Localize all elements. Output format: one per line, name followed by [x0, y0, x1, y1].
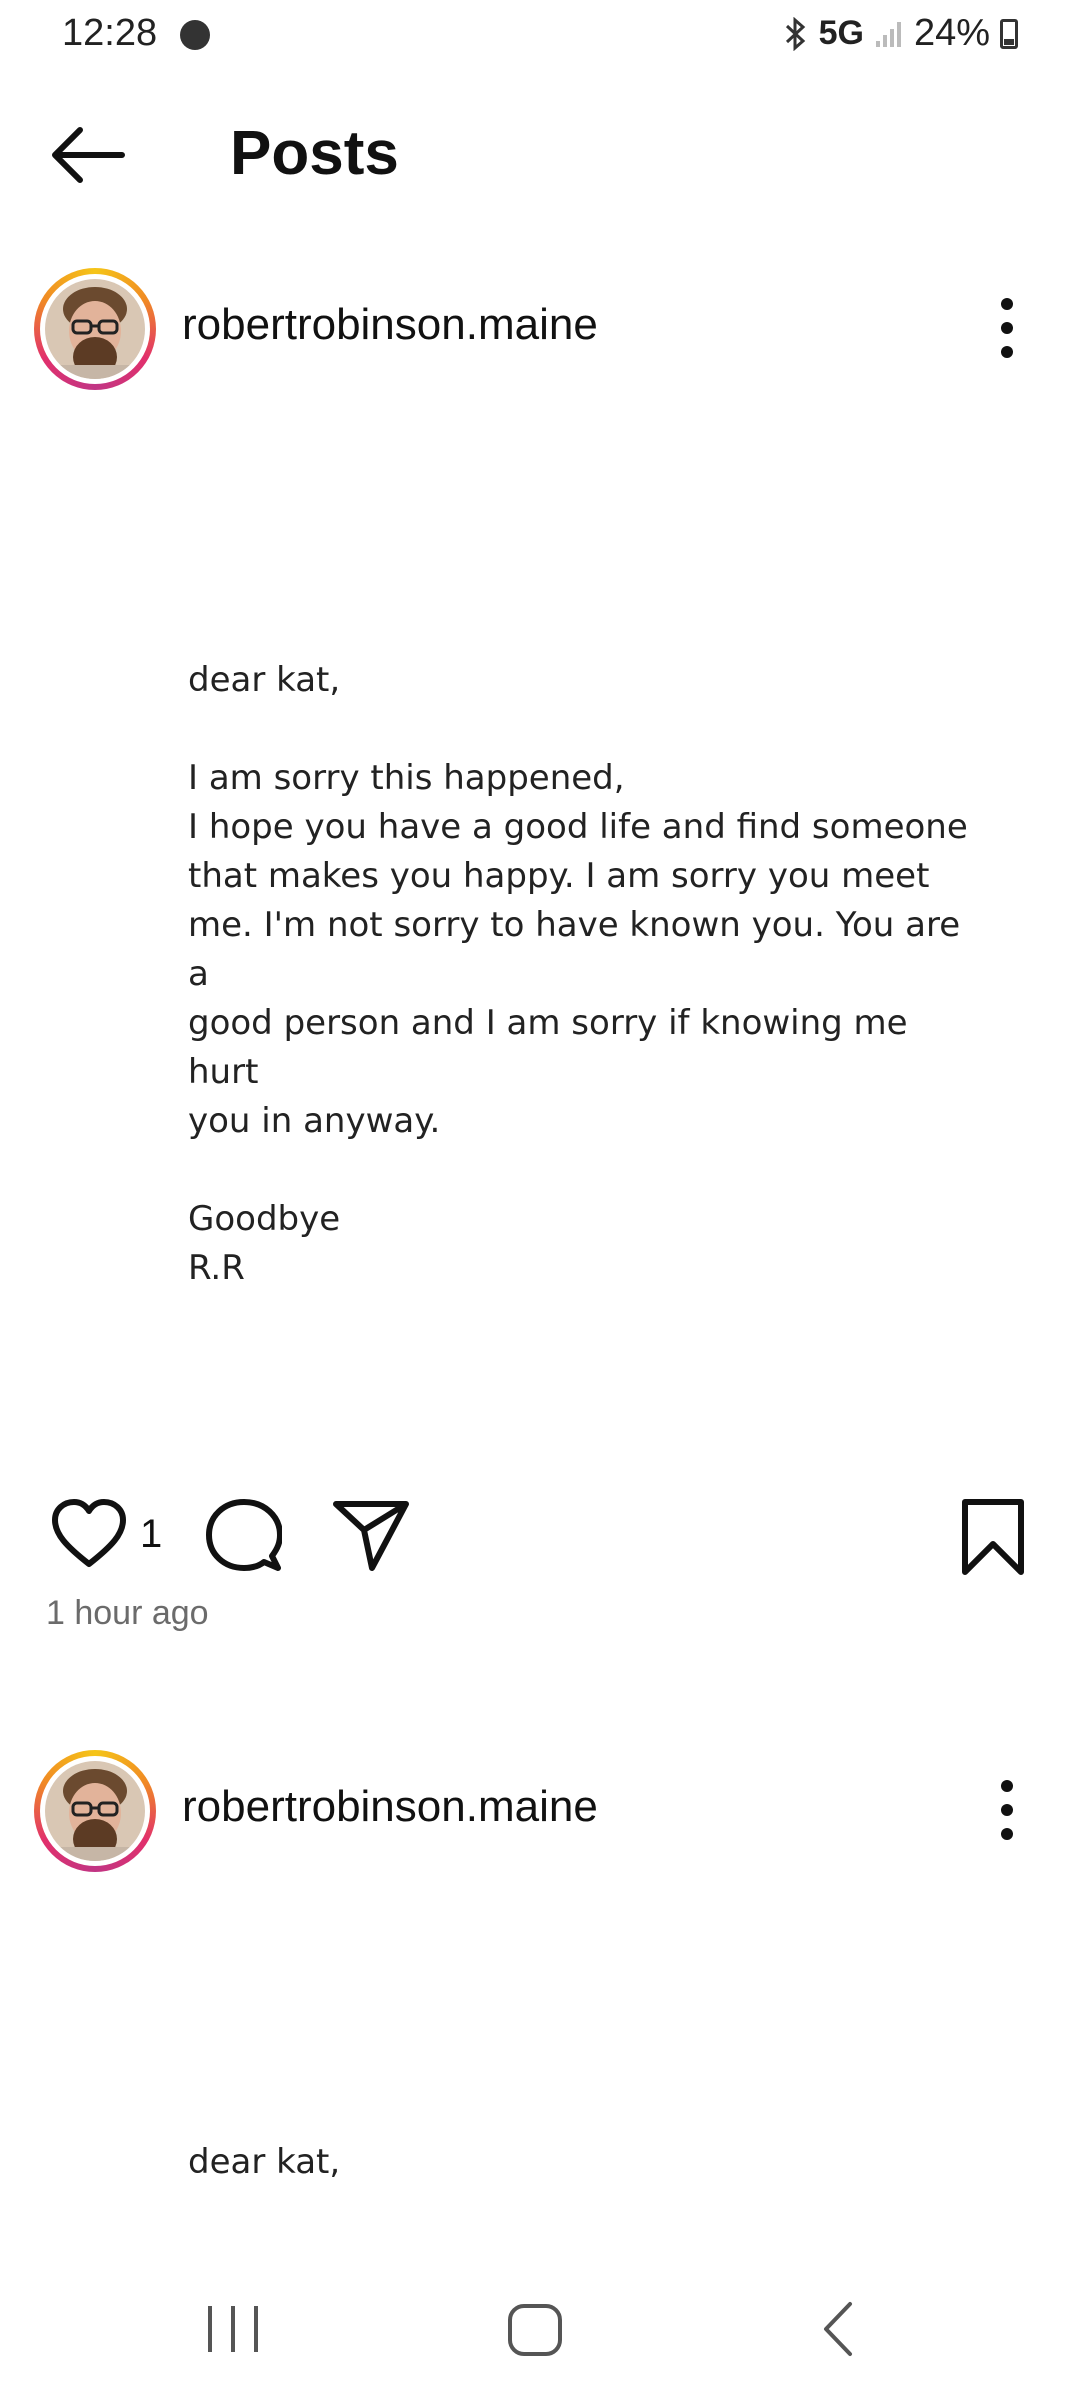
like-count[interactable]: 1 [140, 1512, 162, 1557]
system-nav-bar [0, 2258, 1080, 2408]
page-title: Posts [230, 119, 399, 188]
letter-body: I hope you have a good life and find som… [188, 807, 968, 1141]
status-icons: 5G 24% [781, 12, 1018, 55]
home-icon[interactable] [506, 2298, 564, 2360]
letter-line: I am sorry this happened, [188, 758, 625, 798]
post-username[interactable]: robertrobinson.maine [182, 1782, 598, 1832]
more-vertical-icon[interactable] [982, 288, 1032, 368]
status-time: 12:28 [62, 12, 158, 54]
avatar[interactable] [34, 268, 156, 390]
signal-icon [875, 21, 901, 47]
status-bar: 12:28 5G 24% [0, 0, 1080, 72]
bluetooth-icon [785, 16, 805, 51]
battery-percent: 24% [913, 12, 990, 54]
back-icon[interactable] [818, 2298, 858, 2360]
avatar[interactable] [34, 1750, 156, 1872]
letter-signature: R.R [188, 1248, 245, 1288]
comment-icon[interactable] [206, 1498, 282, 1574]
arrow-left-icon[interactable] [46, 120, 132, 190]
post-image[interactable]: dear kat, I am sorry this happened, I ho… [0, 398, 1080, 1478]
top-app-bar: Posts [0, 90, 1080, 220]
avatar-photo [45, 1761, 145, 1861]
post-username[interactable]: robertrobinson.maine [182, 300, 598, 350]
post-header: robertrobinson.maine [0, 1740, 1080, 1880]
post-actions: 1 [0, 1478, 1080, 1588]
letter-greeting: dear kat, [188, 660, 341, 700]
send-icon[interactable] [332, 1498, 410, 1572]
post: robertrobinson.maine dear kat, I am sorr… [0, 258, 1080, 1668]
notification-dot-icon [180, 20, 210, 50]
battery-icon [1000, 18, 1018, 49]
more-vertical-icon[interactable] [982, 1770, 1032, 1850]
post-timestamp: 1 hour ago [46, 1594, 209, 1632]
letter-greeting: dear kat, [188, 2142, 341, 2182]
letter-text: dear kat, [188, 2138, 968, 2187]
letter-text: dear kat, I am sorry this happened, I ho… [188, 656, 968, 1293]
letter-closing: Goodbye [188, 1199, 341, 1239]
post-header: robertrobinson.maine [0, 258, 1080, 398]
bookmark-icon[interactable] [960, 1498, 1026, 1576]
avatar-photo [45, 279, 145, 379]
heart-icon[interactable] [50, 1498, 128, 1570]
recents-icon[interactable] [204, 2298, 262, 2360]
network-type: 5G [818, 14, 864, 52]
